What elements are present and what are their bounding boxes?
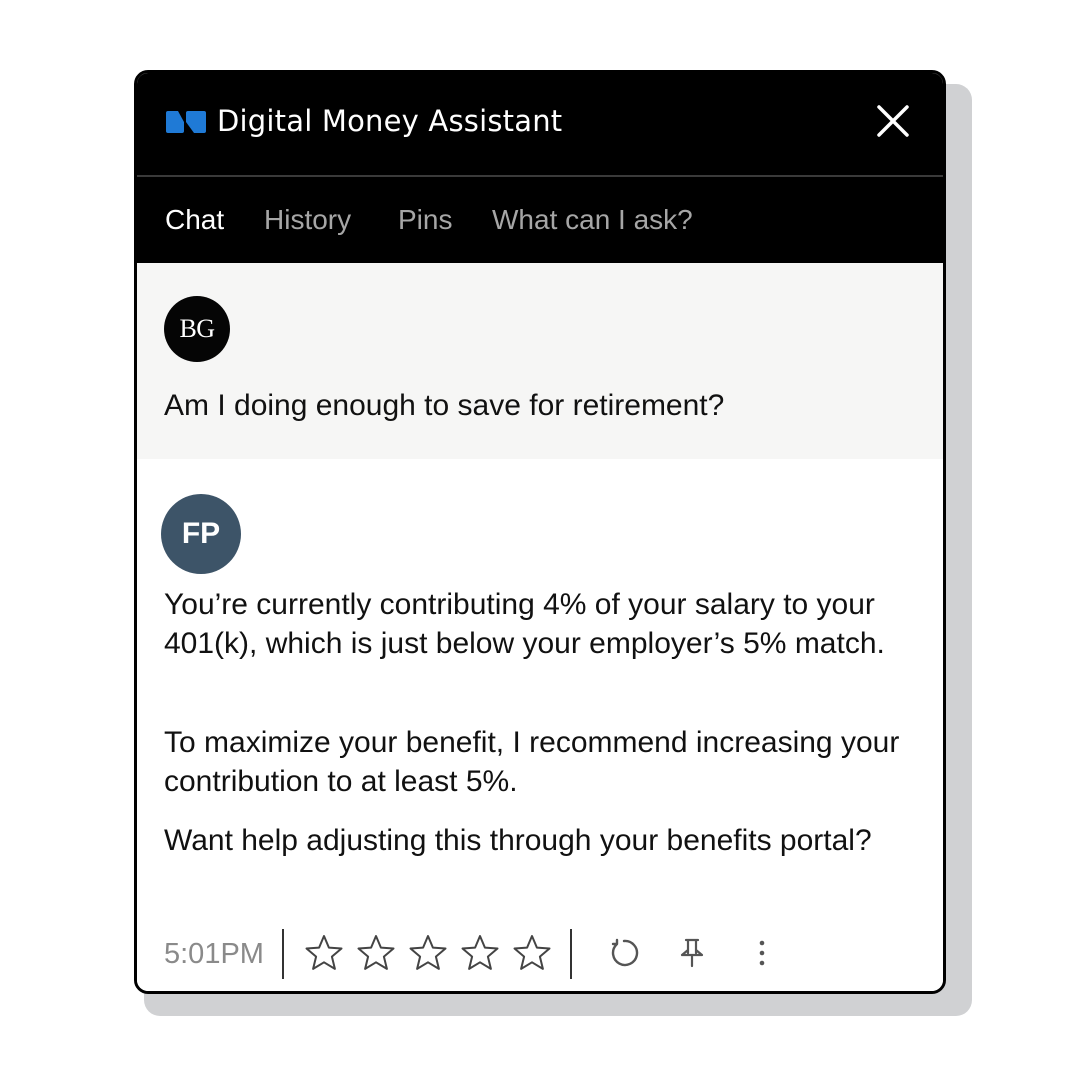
star-icon[interactable] bbox=[304, 933, 344, 973]
tab-chat[interactable]: Chat bbox=[165, 203, 224, 237]
refresh-icon[interactable] bbox=[606, 935, 642, 971]
user-avatar: BG bbox=[164, 296, 230, 362]
assistant-avatar: FP bbox=[161, 494, 241, 574]
message-timestamp: 5:01PM bbox=[164, 938, 264, 970]
assistant-message: FP You’re currently contributing 4% of y… bbox=[137, 459, 943, 991]
assistant-paragraph: Want help adjusting this through your be… bbox=[164, 824, 872, 857]
tab-bar: Chat History Pins What can I ask? bbox=[137, 177, 943, 263]
star-icon[interactable] bbox=[512, 933, 552, 973]
pin-icon[interactable] bbox=[674, 935, 710, 971]
star-icon[interactable] bbox=[356, 933, 396, 973]
user-message-text: Am I doing enough to save for retirement… bbox=[164, 389, 725, 422]
message-footer: 5:01PM bbox=[164, 929, 924, 981]
title-bar: Digital Money Assistant bbox=[137, 73, 943, 177]
app-title: Digital Money Assistant bbox=[217, 104, 563, 138]
brand-logo-icon bbox=[166, 111, 206, 133]
user-message: BG Am I doing enough to save for retirem… bbox=[137, 263, 943, 459]
star-icon[interactable] bbox=[460, 933, 500, 973]
divider bbox=[282, 929, 284, 979]
star-icon[interactable] bbox=[408, 933, 448, 973]
assistant-paragraph: To maximize your benefit, I recommend in… bbox=[164, 726, 900, 798]
more-vertical-icon[interactable] bbox=[744, 935, 780, 971]
assistant-panel: Digital Money Assistant Chat History Pin… bbox=[134, 70, 946, 994]
close-icon[interactable] bbox=[871, 99, 915, 143]
divider bbox=[570, 929, 572, 979]
tab-history[interactable]: History bbox=[264, 203, 351, 237]
assistant-paragraph: You’re currently contributing 4% of your… bbox=[164, 588, 885, 660]
tab-pins[interactable]: Pins bbox=[398, 203, 452, 237]
tab-what-can-i-ask[interactable]: What can I ask? bbox=[492, 203, 693, 237]
